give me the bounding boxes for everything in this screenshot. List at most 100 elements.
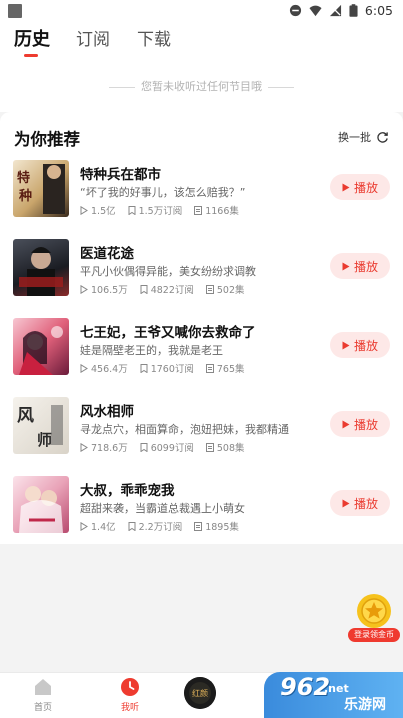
play-button[interactable]: 播放 bbox=[330, 332, 390, 358]
item-desc: “坏了我的好事儿，该怎么赔我？” bbox=[80, 186, 246, 199]
top-bar: 历史 订阅 下载 您暂未收听过任何节目哦 bbox=[0, 24, 403, 112]
play-count-icon bbox=[80, 284, 88, 294]
bookmark-icon bbox=[128, 521, 136, 531]
play-button[interactable]: 播放 bbox=[330, 490, 390, 516]
subscribe-count: 2.2万订阅 bbox=[138, 522, 183, 533]
subscribe-count: 1.5万订阅 bbox=[138, 206, 183, 217]
item-desc: 平凡小伙偶得异能，美女纷纷求调教 bbox=[80, 265, 256, 278]
bookmark-icon bbox=[140, 284, 148, 294]
coin-label: 登录领金币 bbox=[348, 628, 400, 642]
subscribe-count: 4822订阅 bbox=[150, 285, 194, 296]
play-icon bbox=[342, 262, 350, 270]
list-item[interactable]: 七王妃，王爷又喊你去救命了 娃是隔壁老王的，我就是老王 456.4万 1760订… bbox=[0, 318, 403, 390]
tab-subscribe[interactable]: 订阅 bbox=[76, 28, 110, 52]
episode-count: 502集 bbox=[216, 285, 245, 296]
episode-count: 765集 bbox=[216, 364, 245, 375]
watermark: 962 .net 乐游网 bbox=[264, 672, 403, 718]
bookmark-icon bbox=[128, 205, 136, 215]
signal-icon bbox=[329, 4, 341, 17]
play-button[interactable]: 播放 bbox=[330, 174, 390, 200]
item-desc: 娃是隔壁老王的，我就是老王 bbox=[80, 344, 223, 357]
list-item[interactable]: 特种 特种兵在都市 “坏了我的好事儿，该怎么赔我？” 1.5亿 1.5万订阅 1… bbox=[0, 160, 403, 232]
empty-history: 您暂未收听过任何节目哦 bbox=[0, 78, 403, 94]
refresh-button[interactable]: 换一批 bbox=[338, 129, 389, 145]
item-meta: 1.4亿 2.2万订阅 1895集 bbox=[80, 519, 239, 533]
play-label: 播放 bbox=[353, 496, 378, 511]
tab-active-indicator bbox=[24, 54, 38, 57]
bookmark-icon bbox=[140, 442, 148, 452]
item-desc: 寻龙点穴，相面算命，泡妞把妹，我都精通 bbox=[80, 423, 289, 436]
tab-download[interactable]: 下载 bbox=[137, 28, 171, 52]
episode-icon bbox=[194, 521, 203, 531]
cover-image: 风师 bbox=[13, 397, 69, 454]
episode-icon bbox=[194, 205, 203, 215]
item-meta: 1.5亿 1.5万订阅 1166集 bbox=[80, 203, 239, 217]
svg-text:特: 特 bbox=[17, 170, 30, 186]
disc-text: 红颜 bbox=[192, 688, 208, 698]
episode-count: 1895集 bbox=[205, 522, 239, 533]
play-button[interactable]: 播放 bbox=[330, 411, 390, 437]
item-title: 风水相师 bbox=[80, 404, 134, 420]
watermark-text: 乐游网 bbox=[344, 697, 386, 713]
item-meta: 456.4万 1760订阅 765集 bbox=[80, 361, 245, 375]
wifi-icon bbox=[309, 5, 322, 17]
recommend-card: 为你推荐 换一批 特种 特种兵在都市 “坏了我的好事儿，该怎么赔我？” 1.5亿… bbox=[0, 112, 403, 544]
play-icon bbox=[342, 183, 350, 191]
refresh-icon bbox=[377, 131, 388, 143]
svg-text:风: 风 bbox=[17, 406, 34, 426]
list-item[interactable]: 大叔，乖乖宠我 超甜来袭，当霸道总裁遇上小萌女 1.4亿 2.2万订阅 1895… bbox=[0, 476, 403, 548]
play-count: 718.6万 bbox=[91, 443, 128, 454]
play-count: 1.4亿 bbox=[91, 522, 116, 533]
episode-count: 1166集 bbox=[205, 206, 239, 217]
play-count: 106.5万 bbox=[91, 285, 128, 296]
battery-icon bbox=[349, 4, 358, 17]
play-label: 播放 bbox=[353, 338, 378, 353]
divider bbox=[109, 86, 135, 88]
list-item[interactable]: 医道花途 平凡小伙偶得异能，美女纷纷求调教 106.5万 4822订阅 502集… bbox=[0, 239, 403, 311]
item-title: 医道花途 bbox=[80, 246, 134, 262]
play-icon bbox=[342, 420, 350, 428]
play-count-icon bbox=[80, 363, 88, 373]
play-count: 456.4万 bbox=[91, 364, 128, 375]
play-count-icon bbox=[80, 521, 88, 531]
now-playing-disc[interactable]: 红颜 bbox=[184, 677, 216, 709]
play-count-icon bbox=[80, 442, 88, 452]
tab-history[interactable]: 历史 bbox=[14, 28, 50, 52]
coin-icon bbox=[357, 594, 391, 628]
item-meta: 106.5万 4822订阅 502集 bbox=[80, 282, 245, 296]
play-label: 播放 bbox=[353, 417, 378, 432]
empty-history-text: 您暂未收听过任何节目哦 bbox=[141, 80, 262, 93]
episode-count: 508集 bbox=[216, 443, 245, 454]
nav-listen[interactable]: 我听 bbox=[105, 677, 155, 713]
home-icon bbox=[35, 679, 51, 695]
item-title: 特种兵在都市 bbox=[80, 167, 161, 183]
play-label: 播放 bbox=[353, 259, 378, 274]
nav-home[interactable]: 首页 bbox=[18, 677, 68, 713]
item-meta: 718.6万 6099订阅 508集 bbox=[80, 440, 245, 454]
cover-image: 特种 bbox=[13, 160, 69, 217]
item-title: 七王妃，王爷又喊你去救命了 bbox=[80, 325, 256, 341]
cover-image bbox=[13, 239, 69, 296]
list-item[interactable]: 风师 风水相师 寻龙点穴，相面算命，泡妞把妹，我都精通 718.6万 6099订… bbox=[0, 397, 403, 469]
play-button[interactable]: 播放 bbox=[330, 253, 390, 279]
nav-home-label: 首页 bbox=[33, 703, 52, 713]
play-icon bbox=[342, 341, 350, 349]
login-coin-button[interactable]: 登录领金币 bbox=[348, 592, 400, 642]
svg-text:师: 师 bbox=[37, 431, 52, 449]
recommend-title: 为你推荐 bbox=[14, 130, 80, 149]
disc-cover-icon: 红颜 bbox=[184, 677, 216, 709]
divider bbox=[268, 86, 294, 88]
svg-text:种: 种 bbox=[18, 188, 32, 204]
episode-icon bbox=[205, 442, 214, 452]
cover-image bbox=[13, 318, 69, 375]
item-title: 大叔，乖乖宠我 bbox=[80, 483, 175, 499]
subscribe-count: 1760订阅 bbox=[150, 364, 194, 375]
status-time: 6:05 bbox=[364, 3, 393, 18]
refresh-label: 换一批 bbox=[338, 131, 371, 144]
bookmark-icon bbox=[140, 363, 148, 373]
subscribe-count: 6099订阅 bbox=[150, 443, 194, 454]
play-count: 1.5亿 bbox=[91, 206, 116, 217]
item-desc: 超甜来袭，当霸道总裁遇上小萌女 bbox=[80, 502, 245, 515]
dnd-icon bbox=[289, 4, 301, 17]
nav-listen-label: 我听 bbox=[120, 703, 139, 713]
